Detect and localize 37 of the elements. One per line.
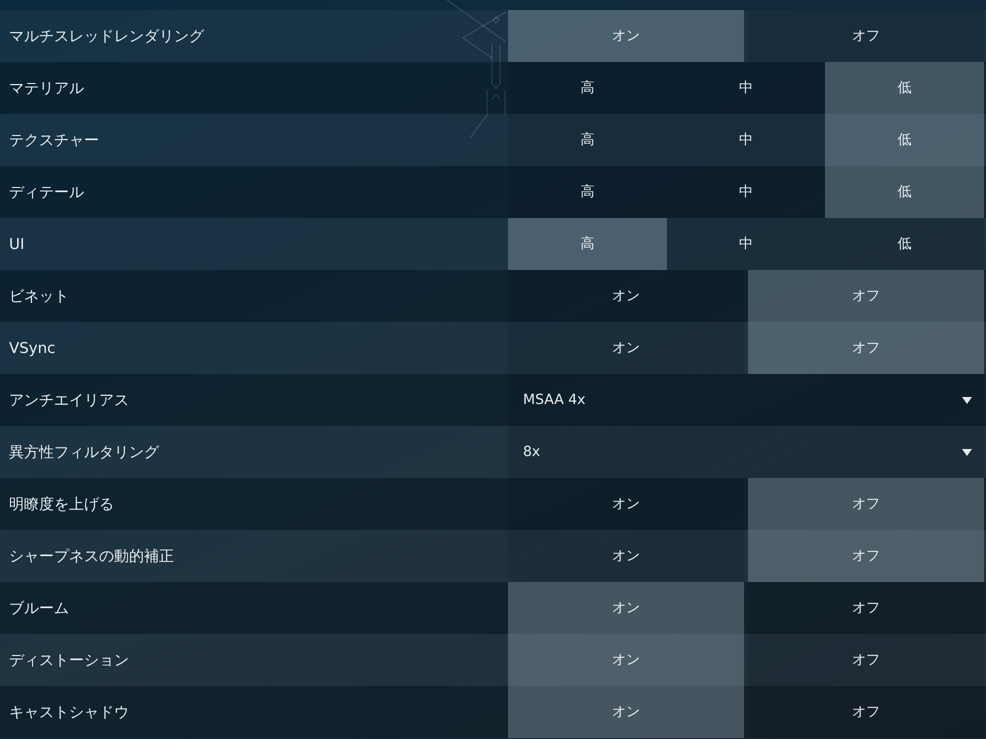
setting-label: ディストーション <box>9 650 129 670</box>
option-button[interactable]: オフ <box>748 634 984 686</box>
option-button[interactable]: オン <box>508 322 744 374</box>
setting-label: UI <box>9 234 24 254</box>
setting-label: テクスチャー <box>9 130 99 150</box>
option-button[interactable]: オフ <box>748 322 984 374</box>
setting-label: ビネット <box>9 286 69 306</box>
option-button[interactable]: オン <box>508 10 744 62</box>
setting-label: キャストシャドウ <box>9 702 129 722</box>
setting-label: VSync <box>9 338 56 358</box>
option-button[interactable]: 低 <box>825 166 984 218</box>
option-button[interactable]: オン <box>508 634 744 686</box>
option-button[interactable]: オン <box>508 582 744 634</box>
option-button[interactable]: 中 <box>666 218 826 270</box>
caret-icon <box>962 448 972 456</box>
setting-label: シャープネスの動的補正 <box>9 546 174 566</box>
option-button[interactable]: オン <box>508 686 744 738</box>
setting-label: ブルーム <box>9 598 69 618</box>
option-button[interactable]: 高 <box>508 114 667 166</box>
option-button[interactable]: オン <box>508 530 744 582</box>
option-button[interactable]: 低 <box>825 114 984 166</box>
dropdown-field[interactable]: 8x <box>508 426 984 478</box>
option-button[interactable]: オフ <box>748 478 984 530</box>
option-button[interactable]: 低 <box>825 62 984 114</box>
setting-label: 明瞭度を上げる <box>9 494 114 514</box>
setting-label: アンチエイリアス <box>9 390 129 410</box>
option-button[interactable]: 高 <box>508 218 667 270</box>
option-button[interactable]: 中 <box>666 114 826 166</box>
setting-label: ディテール <box>9 182 84 202</box>
caret-icon <box>962 396 972 404</box>
option-button[interactable]: オフ <box>748 270 984 322</box>
option-button[interactable]: オフ <box>748 10 984 62</box>
option-button[interactable]: 低 <box>825 218 984 270</box>
option-button[interactable]: オフ <box>748 530 984 582</box>
setting-label: 異方性フィルタリング <box>9 442 159 462</box>
setting-label: マテリアル <box>9 78 84 98</box>
setting-label: マルチスレッドレンダリング <box>9 26 204 46</box>
